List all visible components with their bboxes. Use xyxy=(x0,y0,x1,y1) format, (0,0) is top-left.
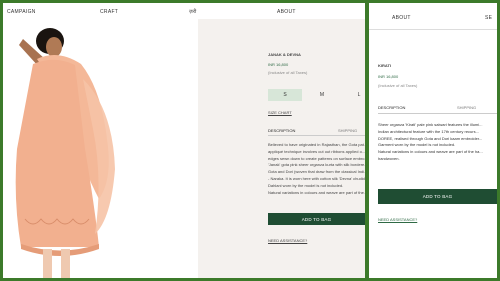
tab-shipping[interactable]: SHIPPING xyxy=(457,105,476,110)
description-line: 'Janak' gota pink sheer organza kurta wi… xyxy=(268,162,365,168)
description-line: Natural variations in colours and weave … xyxy=(378,149,483,155)
add-to-bag-button[interactable]: ADD TO BAG xyxy=(378,189,497,204)
tab-divider xyxy=(378,113,497,114)
description-line: Natural variations in colours and weave … xyxy=(268,189,365,195)
description-line: - Naraka. It is worn here with cotton si… xyxy=(268,175,365,181)
tab-shipping[interactable]: SHIPPING xyxy=(338,128,357,133)
tab-description[interactable]: DESCRIPTION xyxy=(378,105,405,110)
nav-divider xyxy=(369,29,497,30)
size-chart-link[interactable]: SIZE CHART xyxy=(268,110,292,115)
product-image[interactable] xyxy=(3,19,198,278)
description-line: Believed to have originated in Rajasthan… xyxy=(268,142,365,147)
description-line: DOREE, realised through Gota and Dori ka… xyxy=(378,135,483,141)
need-assistance-link[interactable]: NEED ASSISTANCE? xyxy=(378,217,417,222)
description-line: Sheer organza 'Kirati' pale pink salwari… xyxy=(378,122,483,127)
product-brand: JANAK & DEVNA xyxy=(268,52,301,57)
product-price: INR 16,800 xyxy=(268,62,289,67)
size-option-m[interactable]: M xyxy=(305,89,339,101)
model-illustration xyxy=(3,19,198,278)
nav-about[interactable]: ABOUT xyxy=(392,15,411,21)
left-product-window: CAMPAIGN CRAFT ज़री ABOUT JANAK & DEVNA … xyxy=(3,3,365,278)
nav-search[interactable]: SE xyxy=(485,15,492,21)
right-product-window: ABOUT SE KIRATI INR 16,800 (Inclusive of… xyxy=(369,3,497,278)
nav-craft[interactable]: CRAFT xyxy=(100,9,118,15)
nav-campaign[interactable]: CAMPAIGN xyxy=(7,9,36,15)
product-brand: KIRATI xyxy=(378,63,392,68)
tab-divider xyxy=(268,135,365,136)
product-description: Sheer organza 'Kirati' pale pink salwari… xyxy=(378,122,497,163)
description-line: appliqué technique involves cut out ribb… xyxy=(268,148,365,154)
description-line: Garment worn by the model is not include… xyxy=(378,142,456,148)
tab-description[interactable]: DESCRIPTION xyxy=(268,128,295,133)
description-line: edges sewn down to create patterns on su… xyxy=(268,155,365,161)
product-description: Believed to have originated in Rajasthan… xyxy=(268,142,365,196)
description-line: Dahlani worn by the model is not include… xyxy=(268,182,344,188)
size-option-l[interactable]: L xyxy=(342,89,365,101)
description-line: Gota and Dori (woven that draw from the … xyxy=(268,169,365,175)
product-details: JANAK & DEVNA INR 16,800 (Inclusive of a… xyxy=(198,19,365,278)
product-price: INR 16,800 xyxy=(378,74,399,79)
nav-zari[interactable]: ज़री xyxy=(189,9,197,15)
size-option-s[interactable]: S xyxy=(268,89,302,101)
tax-note: (Inclusive of all Taxes) xyxy=(378,83,418,88)
tax-note: (Inclusive of all Taxes) xyxy=(268,70,308,75)
description-line: Indian architectural feature with the 17… xyxy=(378,128,479,134)
need-assistance-link[interactable]: NEED ASSISTANCE? xyxy=(268,238,307,243)
description-line: handwoven. xyxy=(378,155,400,161)
nav-about[interactable]: ABOUT xyxy=(277,9,296,15)
add-to-bag-button[interactable]: ADD TO BAG xyxy=(268,213,365,225)
